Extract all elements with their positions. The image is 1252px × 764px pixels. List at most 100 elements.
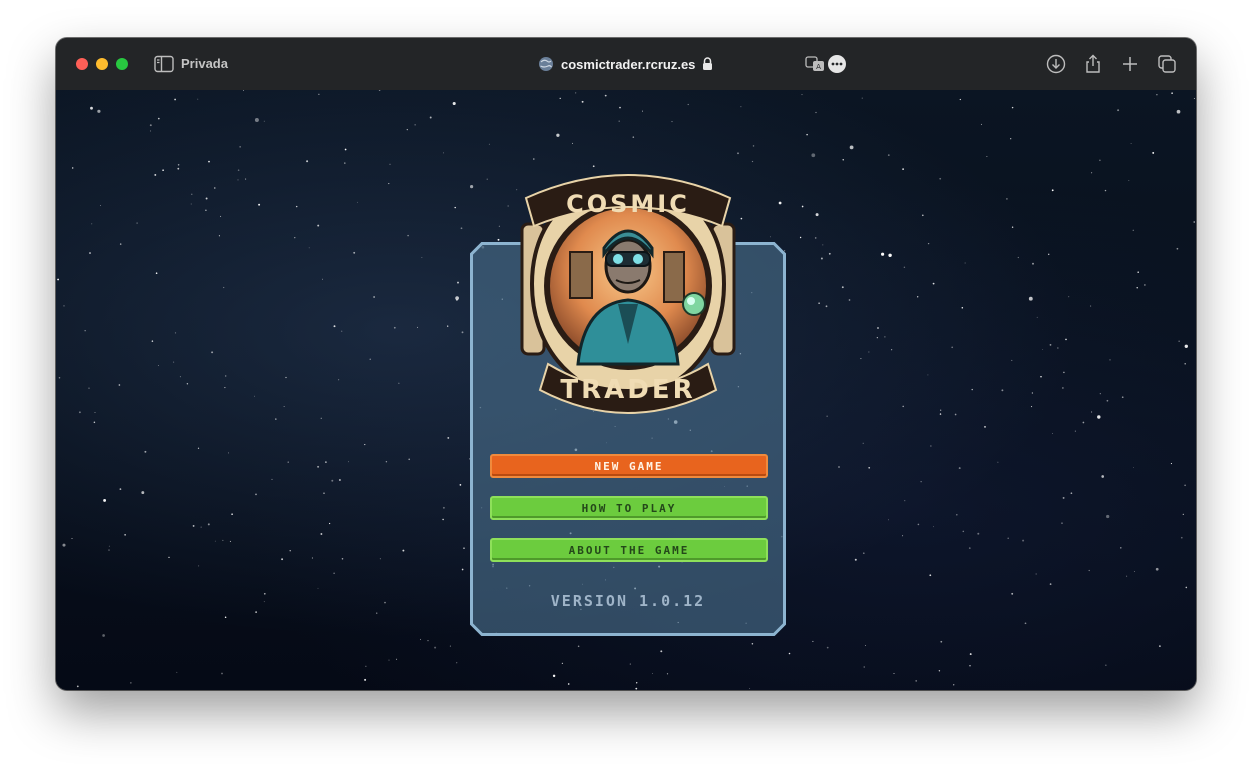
address-bar[interactable]: cosmictrader.rcruz.es [538,54,713,74]
star [641,110,644,112]
star [927,242,930,245]
star [556,133,560,137]
star [1101,475,1105,478]
star [769,236,771,238]
star [959,98,961,101]
share-icon[interactable] [1082,53,1104,75]
star [364,678,367,681]
star [1011,592,1014,595]
star [1017,256,1019,259]
star [255,611,257,613]
url-text: cosmictrader.rcruz.es [561,56,696,72]
star [144,450,147,453]
star [460,227,463,230]
star [88,387,90,389]
tabs-overview-icon[interactable] [1156,53,1178,75]
star [619,106,621,109]
star [220,215,222,217]
star [561,662,564,665]
more-icon[interactable] [826,53,848,75]
sidebar-icon[interactable] [154,55,174,73]
star [364,444,366,446]
star [930,445,932,447]
star [571,142,574,144]
star [902,535,904,537]
star [818,302,820,304]
star [1036,316,1038,318]
star [920,481,922,483]
star [317,587,319,589]
star [1128,179,1130,182]
star [331,479,334,482]
star [328,522,331,525]
maximize-window-button[interactable] [116,58,128,70]
star [379,558,381,560]
star [632,136,635,138]
star [1049,344,1052,346]
star [263,601,265,603]
star [221,672,223,675]
star [799,236,802,239]
star [953,684,955,686]
star [577,645,580,648]
star [1184,484,1186,487]
star [1063,371,1065,374]
close-window-button[interactable] [76,58,88,70]
star [740,106,742,108]
star [575,92,577,94]
browser-window: Privada cosmictrader.rcruz.es A COSMIC T… [56,38,1196,690]
star [1104,189,1107,192]
how-to-play-button[interactable]: HOW TO PLAY [490,496,768,520]
translate-icon[interactable]: A [804,53,826,75]
star [1159,645,1161,647]
star [333,325,336,328]
star [463,547,465,549]
star [457,281,459,284]
star [378,90,381,91]
star [806,133,808,136]
star [461,331,464,334]
star [455,296,459,300]
star [429,116,432,119]
star [389,163,391,165]
star [1074,430,1076,432]
download-icon[interactable] [1045,53,1067,75]
star [841,286,844,289]
star [320,417,322,419]
star [149,130,152,132]
about-the-game-button[interactable]: ABOUT THE GAME [490,538,768,562]
star [1011,226,1014,228]
star [461,568,464,571]
star [325,461,327,463]
star [365,665,367,667]
star [177,167,180,170]
star [470,185,474,189]
star [63,305,65,307]
star [778,201,782,205]
star [1031,406,1033,408]
star [1057,347,1059,349]
star [1176,109,1181,114]
star [814,237,817,239]
star [388,659,390,661]
star [507,205,509,207]
star [141,491,145,495]
star [287,461,289,463]
new-game-button[interactable]: NEW GAME [490,454,768,478]
plus-icon[interactable] [1119,53,1141,75]
star [888,519,889,521]
star [932,282,935,285]
star [306,160,309,163]
star [1117,109,1120,112]
star [173,361,175,363]
star [815,213,819,217]
star [666,673,669,675]
star [1097,415,1101,419]
star [119,488,122,490]
star [1170,463,1172,465]
minimize-window-button[interactable] [96,58,108,70]
star [417,326,418,328]
star [218,235,220,237]
star [1109,359,1111,361]
star [902,405,904,408]
